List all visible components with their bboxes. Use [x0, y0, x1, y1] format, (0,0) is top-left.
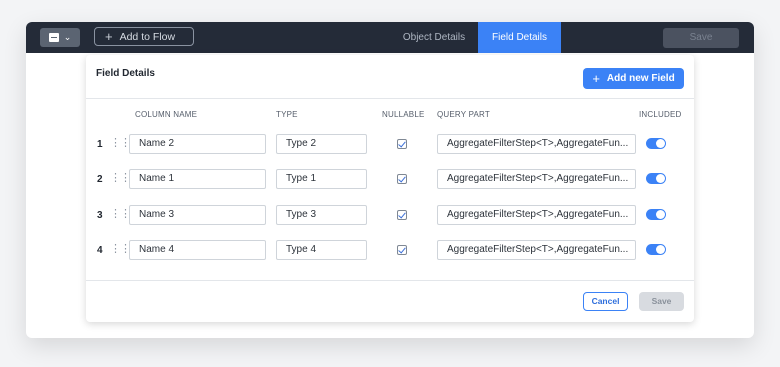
header-divider [86, 98, 694, 99]
drag-handle-icon[interactable]: ⋮⋮ [110, 173, 131, 184]
plus-icon: + [105, 29, 113, 44]
chevron-down-icon: ⌄ [63, 32, 72, 42]
column-name-input[interactable]: Name 4 [129, 240, 266, 260]
type-input[interactable]: Type 4 [276, 240, 367, 260]
top-save-button[interactable]: Save [663, 28, 739, 48]
add-to-flow-button[interactable]: + Add to Flow [94, 27, 194, 46]
query-part-input[interactable]: AggregateFilterStep<T>,AggregateFun... [437, 240, 636, 260]
nullable-checkbox[interactable] [397, 210, 407, 220]
nullable-checkbox[interactable] [397, 139, 407, 149]
app-menu-button[interactable]: ⌄ [40, 28, 80, 47]
type-input[interactable]: Type 1 [276, 169, 367, 189]
included-toggle[interactable] [646, 244, 666, 255]
drag-handle-icon[interactable]: ⋮⋮ [110, 244, 131, 255]
add-to-flow-label: Add to Flow [119, 30, 176, 43]
query-part-input[interactable]: AggregateFilterStep<T>,AggregateFun... [437, 134, 636, 154]
row-index: 4 [97, 245, 103, 256]
query-part-input[interactable]: AggregateFilterStep<T>,AggregateFun... [437, 169, 636, 189]
nullable-checkbox[interactable] [397, 245, 407, 255]
column-name-input[interactable]: Name 1 [129, 169, 266, 189]
included-toggle[interactable] [646, 138, 666, 149]
field-details-panel: Field Details + Add new Field COLUMN NAM… [86, 55, 694, 322]
tab-field-details[interactable]: Field Details [478, 22, 561, 53]
column-header-type: TYPE [276, 110, 298, 119]
column-header-nullable: NULLABLE [382, 110, 425, 119]
column-name-input[interactable]: Name 3 [129, 205, 266, 225]
type-input[interactable]: Type 2 [276, 134, 367, 154]
row-index: 3 [97, 210, 103, 221]
cancel-button[interactable]: Cancel [583, 292, 628, 311]
table-row: 1 ⋮⋮ Name 2 Type 2 AggregateFilterStep<T… [86, 134, 694, 156]
app-menu-icon [48, 33, 59, 42]
column-header-included: INCLUDED [639, 110, 682, 119]
save-button[interactable]: Save [639, 292, 684, 311]
footer-divider [86, 280, 694, 281]
included-toggle[interactable] [646, 173, 666, 184]
table-row: 2 ⋮⋮ Name 1 Type 1 AggregateFilterStep<T… [86, 169, 694, 191]
column-header-query-part: QUERY PART [437, 110, 490, 119]
panel-title: Field Details [96, 68, 155, 79]
row-index: 2 [97, 174, 103, 185]
table-row: 3 ⋮⋮ Name 3 Type 3 AggregateFilterStep<T… [86, 205, 694, 227]
included-toggle[interactable] [646, 209, 666, 220]
top-bar: ⌄ + Add to Flow Object Details Field Det… [26, 22, 754, 53]
nullable-checkbox[interactable] [397, 174, 407, 184]
add-new-field-button[interactable]: + Add new Field [583, 68, 684, 89]
column-header-name: COLUMN NAME [135, 110, 198, 119]
column-name-input[interactable]: Name 2 [129, 134, 266, 154]
query-part-input[interactable]: AggregateFilterStep<T>,AggregateFun... [437, 205, 636, 225]
tab-object-details[interactable]: Object Details [391, 22, 477, 53]
type-input[interactable]: Type 3 [276, 205, 367, 225]
app-window: ⌄ + Add to Flow Object Details Field Det… [26, 22, 754, 338]
row-index: 1 [97, 139, 103, 150]
drag-handle-icon[interactable]: ⋮⋮ [110, 209, 131, 220]
add-new-field-label: Add new Field [606, 73, 675, 84]
drag-handle-icon[interactable]: ⋮⋮ [110, 138, 131, 149]
table-row: 4 ⋮⋮ Name 4 Type 4 AggregateFilterStep<T… [86, 240, 694, 262]
plus-icon: + [592, 71, 600, 86]
